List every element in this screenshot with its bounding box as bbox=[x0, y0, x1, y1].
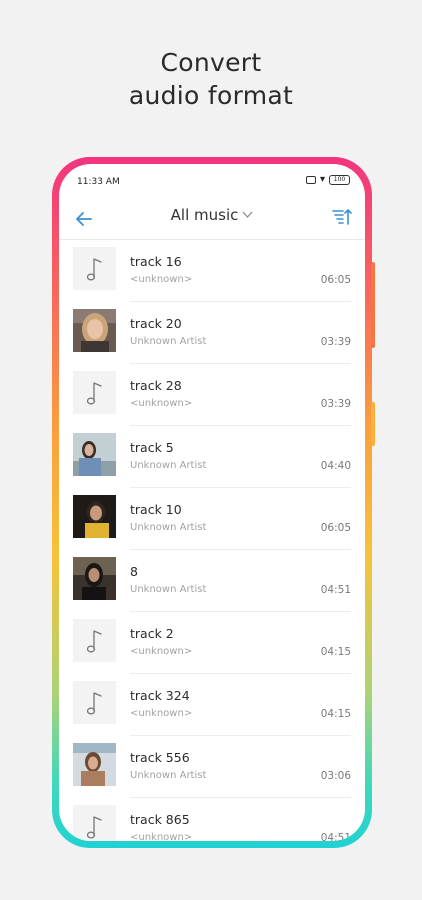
toolbar-title: All music bbox=[170, 206, 239, 224]
track-row[interactable]: 8 Unknown Artist 04:51 bbox=[59, 550, 365, 612]
music-note-icon bbox=[73, 681, 116, 724]
track-row[interactable]: track 16 <unknown> 06:05 bbox=[59, 240, 365, 302]
headline-line-2: audio format bbox=[128, 81, 294, 110]
track-artist: <unknown> bbox=[130, 274, 193, 285]
track-row[interactable]: track 20 Unknown Artist 03:39 bbox=[59, 302, 365, 364]
sort-icon[interactable] bbox=[331, 206, 353, 228]
promo-headline: Convert audio format bbox=[0, 46, 422, 112]
music-filter-dropdown[interactable]: All music bbox=[59, 206, 365, 224]
track-duration: 03:06 bbox=[320, 770, 351, 782]
track-duration: 04:15 bbox=[320, 646, 351, 658]
track-duration: 04:51 bbox=[320, 832, 351, 841]
track-row[interactable]: track 5 Unknown Artist 04:40 bbox=[59, 426, 365, 488]
track-row[interactable]: track 28 <unknown> 03:39 bbox=[59, 364, 365, 426]
album-art-thumbnail bbox=[73, 495, 116, 538]
track-artist: <unknown> bbox=[130, 398, 193, 409]
track-title: track 20 bbox=[130, 316, 182, 331]
track-row[interactable]: track 865 <unknown> 04:51 bbox=[59, 798, 365, 841]
track-row[interactable]: track 324 <unknown> 04:15 bbox=[59, 674, 365, 736]
album-art-thumbnail bbox=[73, 743, 116, 786]
power-button bbox=[371, 402, 375, 446]
track-row[interactable]: track 556 Unknown Artist 03:06 bbox=[59, 736, 365, 798]
track-title: track 556 bbox=[130, 750, 190, 765]
track-duration: 06:05 bbox=[320, 274, 351, 286]
track-title: track 16 bbox=[130, 254, 182, 269]
music-note-icon bbox=[73, 371, 116, 414]
track-artist: Unknown Artist bbox=[130, 522, 207, 533]
track-title: track 2 bbox=[130, 626, 174, 641]
music-note-icon bbox=[73, 247, 116, 290]
album-art-thumbnail bbox=[73, 557, 116, 600]
track-title: track 10 bbox=[130, 502, 182, 517]
music-note-icon bbox=[73, 619, 116, 662]
status-icons: ▾ 100 bbox=[305, 174, 350, 185]
track-duration: 04:40 bbox=[320, 460, 351, 472]
track-artist: <unknown> bbox=[130, 832, 193, 841]
track-duration: 03:39 bbox=[320, 336, 351, 348]
album-art-thumbnail bbox=[73, 433, 116, 476]
battery-icon: 100 bbox=[329, 175, 350, 185]
track-title: track 5 bbox=[130, 440, 174, 455]
track-title: track 28 bbox=[130, 378, 182, 393]
track-duration: 03:39 bbox=[320, 398, 351, 410]
track-list: track 16 <unknown> 06:05 track 20 Unknown Ar… bbox=[59, 240, 365, 841]
headline-line-1: Convert bbox=[160, 48, 262, 77]
notification-icon bbox=[305, 176, 316, 184]
track-row[interactable]: track 10 Unknown Artist 06:05 bbox=[59, 488, 365, 550]
status-time: 11:33 AM bbox=[77, 177, 120, 187]
volume-button bbox=[371, 262, 375, 348]
track-duration: 04:15 bbox=[320, 708, 351, 720]
track-artist: <unknown> bbox=[130, 708, 193, 719]
track-artist: <unknown> bbox=[130, 646, 193, 657]
track-artist: Unknown Artist bbox=[130, 460, 207, 471]
track-title: track 324 bbox=[130, 688, 190, 703]
music-note-icon bbox=[73, 805, 116, 841]
toolbar: All music bbox=[59, 200, 365, 236]
track-title: 8 bbox=[130, 564, 138, 579]
track-row[interactable]: track 2 <unknown> 04:15 bbox=[59, 612, 365, 674]
track-artist: Unknown Artist bbox=[130, 584, 207, 595]
chevron-down-icon bbox=[242, 211, 253, 218]
phone-frame: 11:33 AM ▾ 100 All music track 16 <unknow… bbox=[52, 157, 372, 848]
phone-screen: 11:33 AM ▾ 100 All music track 16 <unknow… bbox=[59, 164, 365, 841]
track-duration: 04:51 bbox=[320, 584, 351, 596]
track-duration: 06:05 bbox=[320, 522, 351, 534]
album-art-thumbnail bbox=[73, 309, 116, 352]
track-artist: Unknown Artist bbox=[130, 770, 207, 781]
track-title: track 865 bbox=[130, 812, 190, 827]
track-artist: Unknown Artist bbox=[130, 336, 207, 347]
wifi-icon: ▾ bbox=[319, 174, 325, 185]
status-bar: 11:33 AM ▾ 100 bbox=[59, 164, 365, 194]
